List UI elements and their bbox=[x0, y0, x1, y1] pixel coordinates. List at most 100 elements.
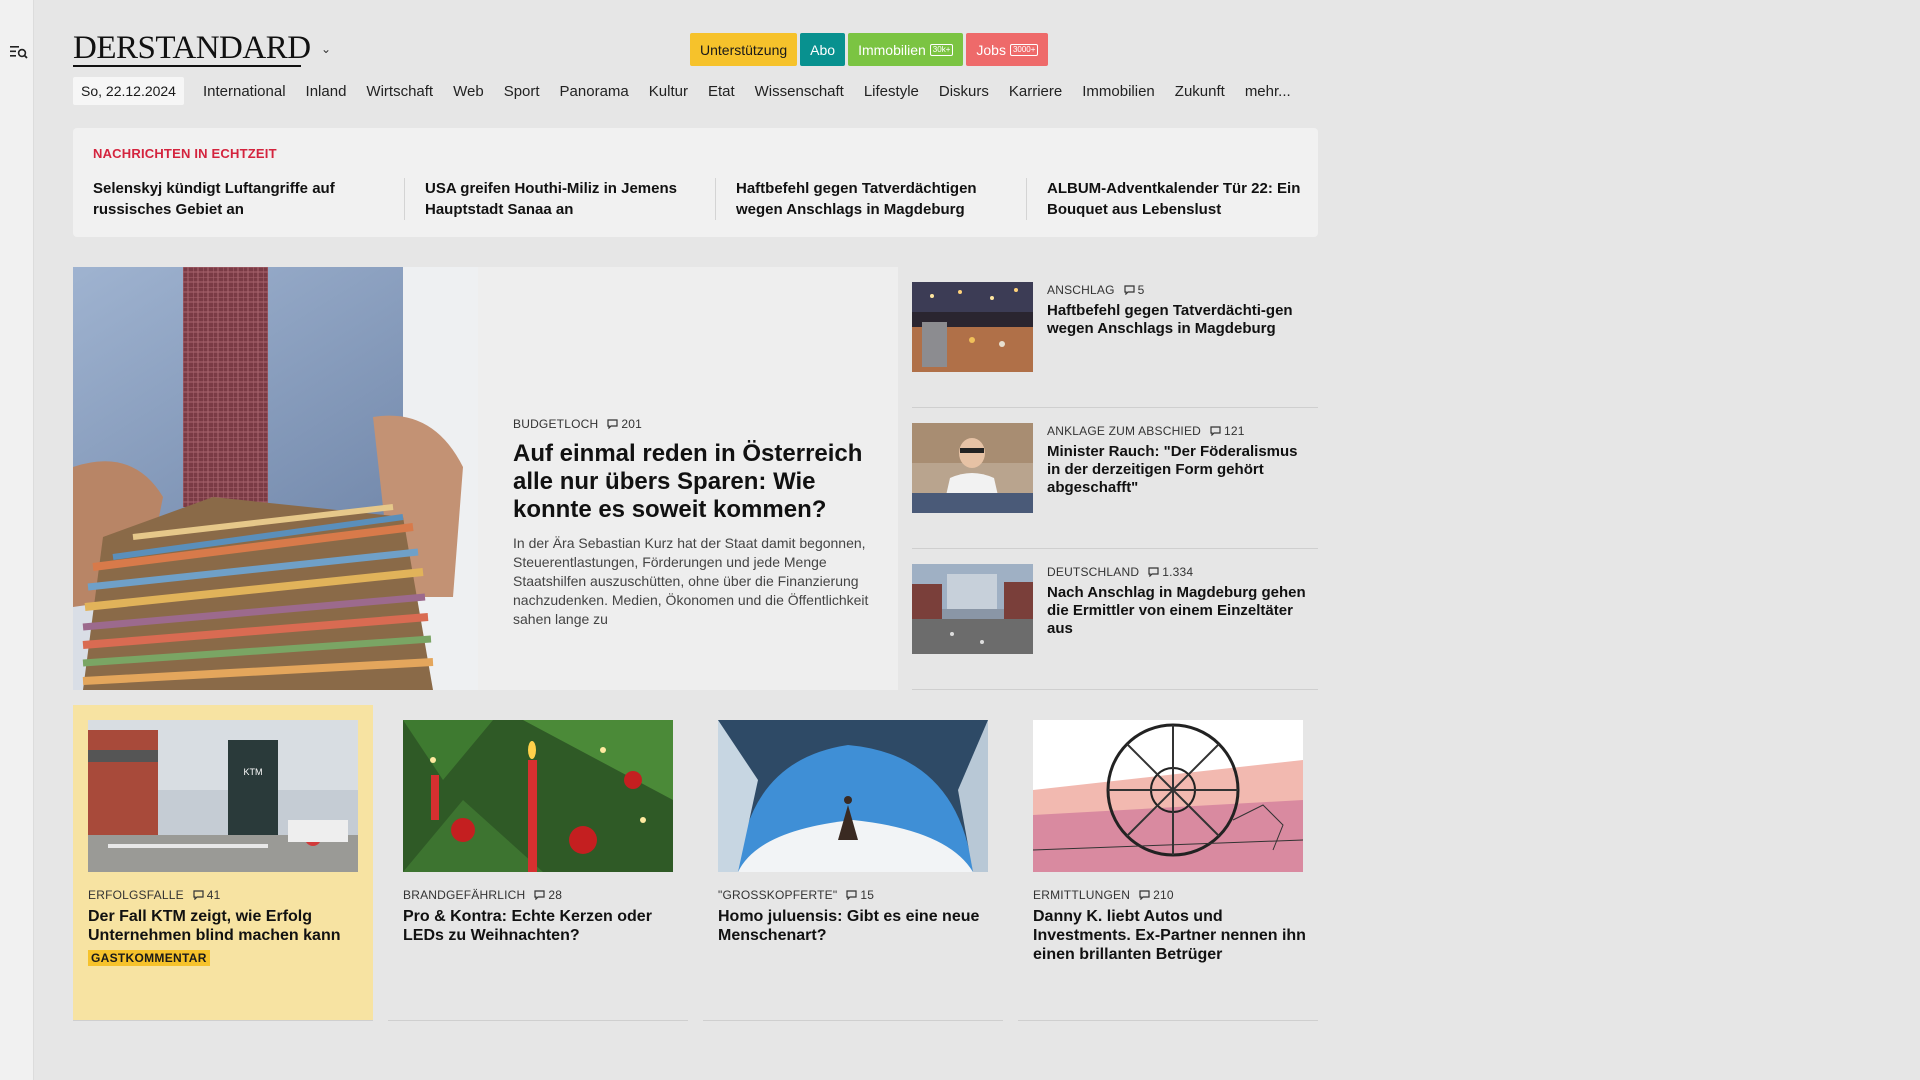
side-kicker: ANSCHLAG 5 bbox=[1047, 283, 1312, 297]
nav-sport[interactable]: Sport bbox=[504, 83, 540, 100]
comment-count-value: 41 bbox=[206, 888, 221, 902]
side-title[interactable]: Nach Anschlag in Magdeburg gehen die Erm… bbox=[1047, 584, 1312, 638]
nav-wissenschaft[interactable]: Wissenschaft bbox=[755, 83, 844, 100]
comment-count[interactable]: 121 bbox=[1210, 424, 1245, 438]
hero-article[interactable]: BUDGETLOCH 201 Auf einmal reden in Öster… bbox=[73, 267, 898, 690]
comment-count-value: 121 bbox=[1224, 424, 1245, 438]
nav-karriere[interactable]: Karriere bbox=[1009, 83, 1062, 100]
comment-count-value: 201 bbox=[621, 417, 642, 431]
card-image[interactable] bbox=[403, 720, 673, 872]
list-item[interactable]: ANSCHLAG 5 Haftbefehl gegen Tatverdächti… bbox=[912, 267, 1318, 408]
nav-etat[interactable]: Etat bbox=[708, 83, 735, 100]
support-button[interactable]: Unterstützung bbox=[690, 33, 798, 66]
ticker-item[interactable]: Haftbefehl gegen Tatverdächtigen wegen A… bbox=[715, 178, 1026, 220]
hero-image[interactable] bbox=[73, 267, 478, 690]
card-text: "GROSSKOPFERTE" 15 Homo juluensis: Gibt … bbox=[718, 888, 993, 945]
side-item-text: ANSCHLAG 5 Haftbefehl gegen Tatverdächti… bbox=[1047, 283, 1312, 338]
hero-kicker-label: BUDGETLOCH bbox=[513, 417, 599, 431]
jobs-button[interactable]: Jobs 3000+ bbox=[966, 33, 1049, 66]
nav-international[interactable]: International bbox=[203, 83, 286, 100]
hero-title[interactable]: Auf einmal reden in Österreich alle nur … bbox=[513, 440, 873, 524]
menu-search-icon[interactable] bbox=[10, 44, 28, 60]
nav-more[interactable]: mehr... bbox=[1245, 83, 1291, 100]
comment-count[interactable]: 41 bbox=[193, 888, 221, 902]
card-title[interactable]: Homo juluensis: Gibt es eine neue Mensch… bbox=[718, 907, 993, 945]
abo-button[interactable]: Abo bbox=[800, 33, 846, 66]
chevron-down-icon[interactable]: ⌄ bbox=[321, 42, 331, 56]
comment-icon bbox=[534, 890, 545, 900]
side-item-text: DEUTSCHLAND 1.334 Nach Anschlag in Magde… bbox=[1047, 565, 1312, 638]
comment-count-value: 15 bbox=[860, 888, 875, 902]
side-rail bbox=[0, 0, 34, 1080]
comment-icon bbox=[1124, 285, 1135, 295]
article-thumbnail[interactable] bbox=[912, 564, 1033, 654]
article-thumbnail[interactable] bbox=[912, 282, 1033, 372]
ticker-items: Selenskyj kündigt Luftangriffe auf russi… bbox=[93, 178, 1337, 220]
card-text: BRANDGEFÄHRLICH 28 Pro & Kontra: Echte K… bbox=[403, 888, 678, 945]
comment-icon bbox=[607, 419, 618, 429]
card-text: ERMITTLUNGEN 210 Danny K. liebt Autos un… bbox=[1033, 888, 1308, 964]
comment-count[interactable]: 28 bbox=[534, 888, 562, 902]
card-kicker: "GROSSKOPFERTE" 15 bbox=[718, 888, 993, 902]
list-item[interactable]: DEUTSCHLAND 1.334 Nach Anschlag in Magde… bbox=[912, 549, 1318, 690]
card-text: ERFOLGSFALLE 41 Der Fall KTM zeigt, wie … bbox=[88, 888, 363, 967]
card-image[interactable]: KTM bbox=[88, 720, 358, 872]
side-kicker-label: ANKLAGE ZUM ABSCHIED bbox=[1047, 424, 1202, 438]
card-kicker-label: BRANDGEFÄHRLICH bbox=[403, 888, 526, 902]
site-logo[interactable]: DERSTANDARD bbox=[73, 30, 311, 66]
article-card[interactable]: BRANDGEFÄHRLICH 28 Pro & Kontra: Echte K… bbox=[388, 705, 688, 1021]
card-image[interactable] bbox=[718, 720, 988, 872]
card-kicker-label: ERMITTLUNGEN bbox=[1033, 888, 1131, 902]
comment-count[interactable]: 5 bbox=[1124, 283, 1145, 297]
side-title[interactable]: Haftbefehl gegen Tatverdächti-gen wegen … bbox=[1047, 302, 1312, 338]
card-kicker: BRANDGEFÄHRLICH 28 bbox=[403, 888, 678, 902]
nav-zukunft[interactable]: Zukunft bbox=[1175, 83, 1225, 100]
comment-icon bbox=[846, 890, 857, 900]
comment-count[interactable]: 201 bbox=[607, 417, 642, 431]
article-thumbnail[interactable] bbox=[912, 423, 1033, 513]
card-kicker: ERMITTLUNGEN 210 bbox=[1033, 888, 1308, 902]
top-button-group: Unterstützung Abo Immobilien 30k+ Jobs 300… bbox=[690, 33, 1049, 66]
immobilien-button[interactable]: Immobilien 30k+ bbox=[848, 33, 964, 66]
article-card[interactable]: ERMITTLUNGEN 210 Danny K. liebt Autos un… bbox=[1018, 705, 1318, 1021]
nav-lifestyle[interactable]: Lifestyle bbox=[864, 83, 919, 100]
comment-icon bbox=[1148, 567, 1159, 577]
abo-button-label: Abo bbox=[810, 41, 836, 58]
card-image[interactable] bbox=[1033, 720, 1303, 872]
side-title[interactable]: Minister Rauch: "Der Föderalismus in der… bbox=[1047, 443, 1312, 497]
article-card[interactable]: KTM ERFOLGSFALLE 41 Der Fall KTM zeigt, … bbox=[73, 705, 373, 1021]
side-item-text: ANKLAGE ZUM ABSCHIED 121 Minister Rauch:… bbox=[1047, 424, 1312, 497]
section-nav: So, 22.12.2024 International Inland Wirt… bbox=[73, 77, 1311, 105]
ticker-item[interactable]: ALBUM-Adventkalender Tür 22: Ein Bouquet… bbox=[1026, 178, 1337, 220]
comment-count-value: 210 bbox=[1153, 888, 1174, 902]
nav-inland[interactable]: Inland bbox=[306, 83, 347, 100]
nav-panorama[interactable]: Panorama bbox=[560, 83, 629, 100]
nav-diskurs[interactable]: Diskurs bbox=[939, 83, 989, 100]
nav-kultur[interactable]: Kultur bbox=[649, 83, 688, 100]
side-kicker-label: ANSCHLAG bbox=[1047, 283, 1115, 297]
article-card[interactable]: "GROSSKOPFERTE" 15 Homo juluensis: Gibt … bbox=[703, 705, 1003, 1021]
comment-count[interactable]: 1.334 bbox=[1148, 565, 1193, 579]
ktm-sign-text: KTM bbox=[244, 767, 263, 777]
nav-wirtschaft[interactable]: Wirtschaft bbox=[366, 83, 433, 100]
article-cards: KTM ERFOLGSFALLE 41 Der Fall KTM zeigt, … bbox=[73, 705, 1318, 1021]
ticker-item[interactable]: USA greifen Houthi-Miliz in Jemens Haupt… bbox=[404, 178, 715, 220]
comment-count[interactable]: 210 bbox=[1139, 888, 1174, 902]
ticker-item[interactable]: Selenskyj kündigt Luftangriffe auf russi… bbox=[93, 178, 404, 220]
list-item[interactable]: ANKLAGE ZUM ABSCHIED 121 Minister Rauch:… bbox=[912, 408, 1318, 549]
nav-web[interactable]: Web bbox=[453, 83, 484, 100]
side-article-list: ANSCHLAG 5 Haftbefehl gegen Tatverdächti… bbox=[912, 267, 1318, 690]
news-ticker: NACHRICHTEN IN ECHTZEIT Selenskyj kündig… bbox=[73, 128, 1318, 237]
comment-count[interactable]: 15 bbox=[846, 888, 874, 902]
immobilien-button-label: Immobilien bbox=[858, 41, 926, 58]
card-title[interactable]: Danny K. liebt Autos und Investments. Ex… bbox=[1033, 907, 1308, 964]
ticker-title: NACHRICHTEN IN ECHTZEIT bbox=[93, 146, 277, 161]
card-kicker: ERFOLGSFALLE 41 bbox=[88, 888, 363, 902]
card-title[interactable]: Pro & Kontra: Echte Kerzen oder LEDs zu … bbox=[403, 907, 678, 945]
side-kicker: ANKLAGE ZUM ABSCHIED 121 bbox=[1047, 424, 1312, 438]
card-title[interactable]: Der Fall KTM zeigt, wie Erfolg Unternehm… bbox=[88, 907, 363, 945]
hero-kicker: BUDGETLOCH 201 bbox=[513, 417, 873, 431]
gastkommentar-badge: GASTKOMMENTAR bbox=[88, 950, 210, 966]
current-date: So, 22.12.2024 bbox=[73, 77, 184, 105]
nav-immobilien[interactable]: Immobilien bbox=[1082, 83, 1155, 100]
